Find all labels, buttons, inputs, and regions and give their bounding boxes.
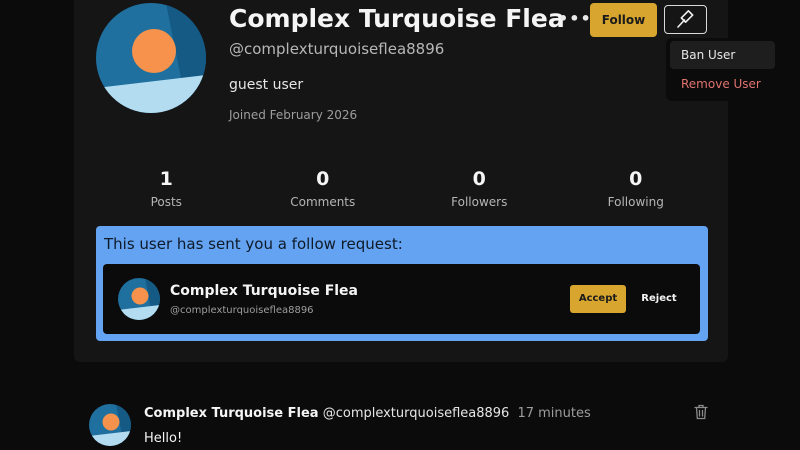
requester-name[interactable]: Complex Turquoise Flea	[170, 283, 358, 299]
profile-joined-date: Joined February 2026	[229, 108, 358, 122]
follow-request-banner: This user has sent you a follow request:…	[96, 226, 708, 341]
post-item: Complex Turquoise Flea @complexturquoise…	[74, 388, 728, 450]
stat-label: Comments	[290, 195, 356, 209]
moderation-dropdown-menu: Ban User Remove User	[666, 38, 782, 101]
stat-value: 1	[159, 168, 173, 190]
stat-value: 0	[472, 168, 486, 190]
profile-stats: 1 Posts 0 Comments 0 Followers 0 Followi…	[88, 168, 714, 209]
profile-display-name: Complex Turquoise Flea	[229, 4, 565, 33]
profile-avatar	[96, 3, 206, 113]
follow-button[interactable]: Follow	[590, 3, 657, 37]
post-header: Complex Turquoise Flea @complexturquoise…	[144, 406, 591, 421]
profile-card: Complex Turquoise Flea @complexturquoise…	[74, 0, 728, 362]
profile-handle: @complexturquoiseflea8896	[229, 40, 445, 58]
reject-button[interactable]: Reject	[634, 285, 684, 313]
more-options-button[interactable]: •••	[558, 8, 591, 30]
requester-handle: @complexturquoiseflea8896	[170, 305, 314, 316]
accept-button[interactable]: Accept	[570, 285, 626, 313]
stat-following[interactable]: 0 Following	[558, 168, 715, 209]
stat-comments[interactable]: 0 Comments	[245, 168, 402, 209]
gavel-icon	[677, 10, 694, 28]
post-author-avatar[interactable]	[89, 404, 131, 446]
follow-request-title: This user has sent you a follow request:	[104, 235, 403, 253]
stat-label: Following	[607, 195, 664, 209]
stat-value: 0	[629, 168, 643, 190]
follow-request-card: Complex Turquoise Flea @complexturquoise…	[103, 264, 700, 334]
post-body: Hello!	[144, 431, 183, 446]
post-author-handle: @complexturquoiseflea8896	[322, 406, 510, 421]
remove-user-menu-item[interactable]: Remove User	[670, 70, 775, 98]
delete-post-button[interactable]	[694, 404, 708, 420]
stat-label: Posts	[150, 195, 182, 209]
requester-avatar[interactable]	[118, 278, 160, 320]
stat-followers[interactable]: 0 Followers	[401, 168, 558, 209]
trash-icon	[694, 404, 708, 420]
stat-label: Followers	[451, 195, 508, 209]
stat-value: 0	[316, 168, 330, 190]
moderation-menu-button[interactable]	[664, 5, 707, 34]
post-timestamp: 17 minutes	[517, 406, 591, 421]
stat-posts[interactable]: 1 Posts	[88, 168, 245, 209]
profile-bio: guest user	[229, 77, 304, 93]
post-author-name[interactable]: Complex Turquoise Flea	[144, 406, 319, 421]
ban-user-menu-item[interactable]: Ban User	[670, 41, 775, 69]
